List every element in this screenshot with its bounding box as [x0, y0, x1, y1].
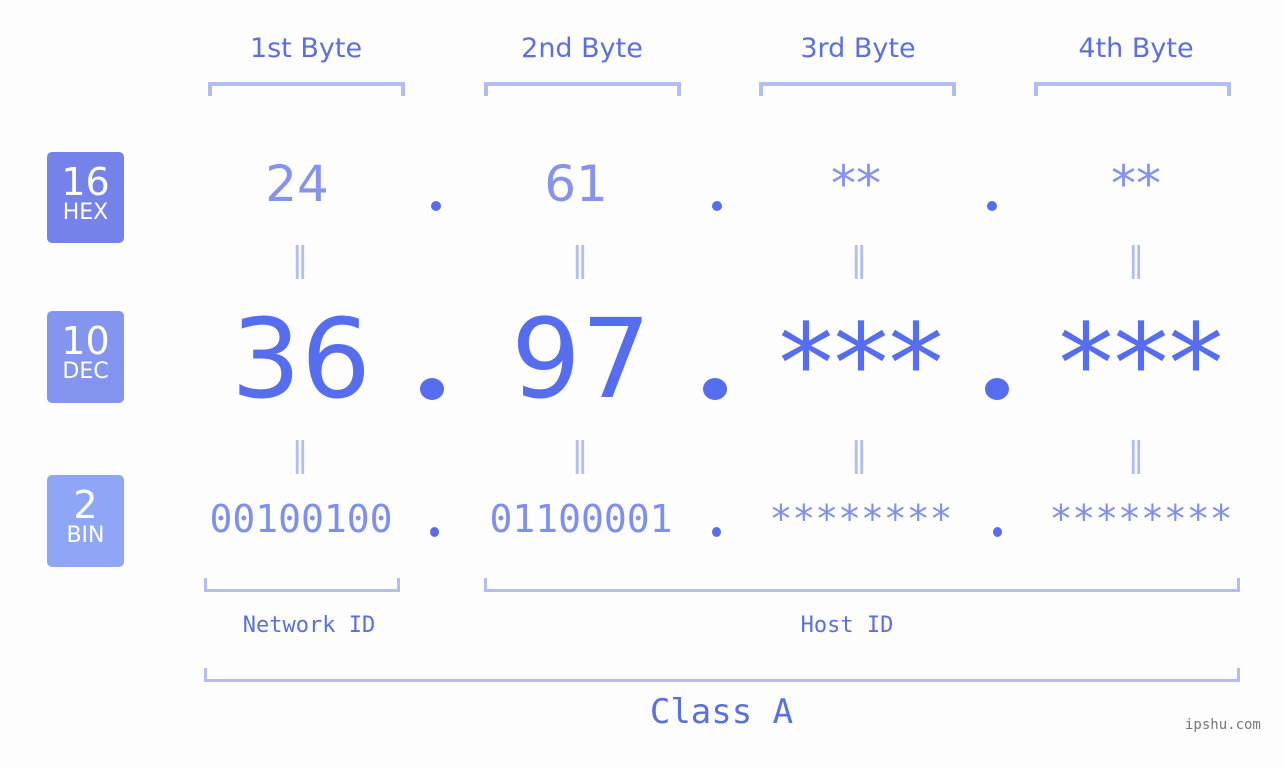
equals-sign: ‖	[850, 240, 868, 280]
dec-base-label: DEC	[62, 359, 109, 384]
hex-byte-4: **	[1111, 155, 1161, 213]
bin-dot-1	[430, 527, 439, 537]
header-byte-3: 3rd Byte	[800, 33, 916, 64]
class-bracket	[204, 668, 1240, 682]
host-id-bracket	[484, 578, 1240, 592]
byte-4-bracket	[1034, 82, 1231, 96]
bin-dot-3	[993, 527, 1002, 537]
bin-badge: 2 BIN	[47, 475, 124, 567]
dec-dot-2	[703, 378, 727, 400]
dec-byte-2: 97	[511, 295, 651, 423]
dec-byte-4: ***	[1058, 300, 1224, 428]
bin-byte-2: 01100001	[489, 497, 673, 541]
bin-byte-3: ********	[769, 497, 953, 541]
hex-byte-2: 61	[544, 155, 608, 213]
equals-sign: ‖	[291, 240, 309, 280]
equals-sign: ‖	[1127, 240, 1145, 280]
header-byte-4: 4th Byte	[1078, 33, 1194, 64]
bin-dot-2	[712, 527, 721, 537]
equals-sign: ‖	[850, 435, 868, 475]
dec-base-number: 10	[61, 319, 110, 363]
byte-2-bracket	[484, 82, 681, 96]
hex-dot-3	[987, 201, 997, 211]
byte-3-bracket	[759, 82, 956, 96]
hex-dot-2	[712, 201, 722, 211]
hex-dot-1	[431, 201, 441, 211]
equals-sign: ‖	[1127, 435, 1145, 475]
dec-byte-3: ***	[778, 300, 944, 428]
dec-dot-1	[420, 378, 444, 400]
class-label: Class A	[649, 692, 794, 732]
hex-badge: 16 HEX	[47, 152, 124, 243]
hex-byte-1: 24	[265, 155, 329, 213]
host-id-label: Host ID	[800, 613, 894, 638]
header-byte-2: 2nd Byte	[521, 33, 643, 64]
bin-byte-1: 00100100	[209, 497, 393, 541]
equals-sign: ‖	[291, 435, 309, 475]
watermark: ipshu.com	[1185, 717, 1261, 733]
header-byte-1: 1st Byte	[249, 33, 363, 64]
byte-1-bracket	[208, 82, 405, 96]
equals-sign: ‖	[571, 240, 589, 280]
hex-base-number: 16	[61, 160, 110, 204]
dec-byte-1: 36	[231, 295, 371, 423]
bin-byte-4: ********	[1049, 497, 1233, 541]
equals-sign: ‖	[571, 435, 589, 475]
network-id-bracket	[204, 578, 400, 592]
hex-byte-3: **	[831, 155, 881, 213]
hex-base-label: HEX	[62, 200, 109, 225]
bin-base-label: BIN	[66, 523, 105, 548]
network-id-label: Network ID	[242, 613, 376, 638]
dec-badge: 10 DEC	[47, 311, 124, 403]
dec-dot-3	[985, 378, 1009, 400]
bin-base-number: 2	[73, 483, 98, 527]
